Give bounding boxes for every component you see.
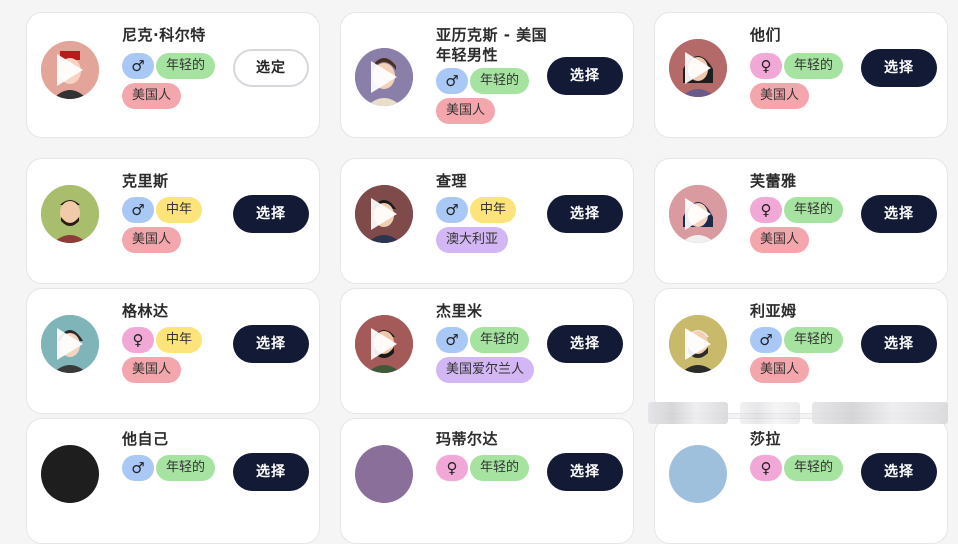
age-tag: 年轻的 [784,197,844,223]
age-tag: 年轻的 [784,53,844,79]
voice-card[interactable]: 亚历克斯 - 美国年轻男性 ♂ 年轻的 美国人 选择 [340,12,634,138]
nationality-tag: 美国人 [750,227,810,253]
voice-name: 他们 [750,26,782,44]
male-icon: ♂ [436,68,468,94]
select-button[interactable]: 选择 [233,453,309,491]
select-button[interactable]: 选择 [547,57,623,95]
avatar [41,185,99,243]
nationality-tag: 美国爱尔兰人 [436,357,535,383]
nationality-tag: 美国人 [122,227,182,253]
male-icon: ♂ [436,197,468,223]
select-button[interactable]: 选择 [547,325,623,363]
age-tag: 年轻的 [470,455,530,481]
selected-button[interactable]: 选定 [233,49,309,87]
avatar [669,39,727,97]
play-icon[interactable] [57,54,83,86]
female-icon: ♀ [750,53,782,79]
female-icon: ♀ [436,455,468,481]
avatar [669,185,727,243]
age-tag: 年轻的 [470,68,530,94]
watermark-overlay [740,402,800,424]
play-icon[interactable] [685,328,711,360]
voice-name: 杰里米 [436,302,483,320]
voice-name: 亚历克斯 - 美国年轻男性 [436,26,548,64]
avatar [669,315,727,373]
female-icon: ♀ [122,327,154,353]
voice-name: 莎拉 [750,430,782,448]
play-icon[interactable] [371,198,397,230]
voice-card[interactable]: 克里斯 ♂ 中年 美国人 选择 [26,158,320,284]
voice-name: 他自己 [122,430,169,448]
select-button[interactable]: 选择 [861,453,937,491]
male-icon: ♂ [122,455,154,481]
select-button[interactable]: 选择 [547,453,623,491]
avatar [355,315,413,373]
age-tag: 年轻的 [470,327,530,353]
voice-card[interactable]: 利亚姆 ♂ 年轻的 美国人 选择 [654,288,948,414]
voice-card[interactable]: 格林达 ♀ 中年 美国人 选择 [26,288,320,414]
avatar [355,48,413,106]
voice-card[interactable]: 杰里米 ♂ 年轻的 美国爱尔兰人 选择 [340,288,634,414]
voice-name: 格林达 [122,302,169,320]
select-button[interactable]: 选择 [861,325,937,363]
play-icon[interactable] [685,52,711,84]
male-icon: ♂ [122,53,154,79]
select-button[interactable]: 选择 [861,195,937,233]
age-tag: 中年 [156,327,203,353]
male-icon: ♂ [436,327,468,353]
voice-name: 克里斯 [122,172,169,190]
watermark-overlay [648,402,728,424]
avatar [41,445,99,503]
age-tag: 中年 [156,197,203,223]
nationality-tag: 美国人 [122,83,182,109]
voice-name: 尼克·科尔特 [122,26,206,44]
voice-card[interactable]: 尼克·科尔特 ♂ 年轻的 美国人 选定 [26,12,320,138]
voice-card[interactable]: 他们 ♀ 年轻的 美国人 选择 [654,12,948,138]
voice-card[interactable]: 他自己 ♂ 年轻的 选择 [26,418,320,544]
avatar [355,445,413,503]
female-icon: ♀ [750,455,782,481]
play-icon[interactable] [685,198,711,230]
nationality-tag: 美国人 [750,83,810,109]
select-button[interactable]: 选择 [233,195,309,233]
play-icon[interactable] [371,328,397,360]
male-icon: ♂ [750,327,782,353]
voice-card[interactable]: 查理 ♂ 中年 澳大利亚 选择 [340,158,634,284]
age-tag: 中年 [470,197,517,223]
voice-name: 玛蒂尔达 [436,430,499,448]
select-button[interactable]: 选择 [233,325,309,363]
male-icon: ♂ [122,197,154,223]
select-button[interactable]: 选择 [861,49,937,87]
voice-name: 芙蕾雅 [750,172,797,190]
nationality-tag: 美国人 [436,98,496,124]
voice-name: 查理 [436,172,468,190]
nationality-tag: 美国人 [750,357,810,383]
select-button[interactable]: 选择 [547,195,623,233]
voice-card[interactable]: 玛蒂尔达 ♀ 年轻的 选择 [340,418,634,544]
age-tag: 年轻的 [784,455,844,481]
voice-card[interactable]: 芙蕾雅 ♀ 年轻的 美国人 选择 [654,158,948,284]
watermark-overlay [812,402,948,424]
female-icon: ♀ [750,197,782,223]
avatar [41,41,99,99]
avatar [355,185,413,243]
avatar [669,445,727,503]
nationality-tag: 美国人 [122,357,182,383]
voice-name: 利亚姆 [750,302,797,320]
age-tag: 年轻的 [156,53,216,79]
age-tag: 年轻的 [784,327,844,353]
age-tag: 年轻的 [156,455,216,481]
voice-card[interactable]: 莎拉 ♀ 年轻的 选择 [654,418,948,544]
play-icon[interactable] [57,328,83,360]
avatar [41,315,99,373]
play-icon[interactable] [371,61,397,93]
nationality-tag: 澳大利亚 [436,227,509,253]
